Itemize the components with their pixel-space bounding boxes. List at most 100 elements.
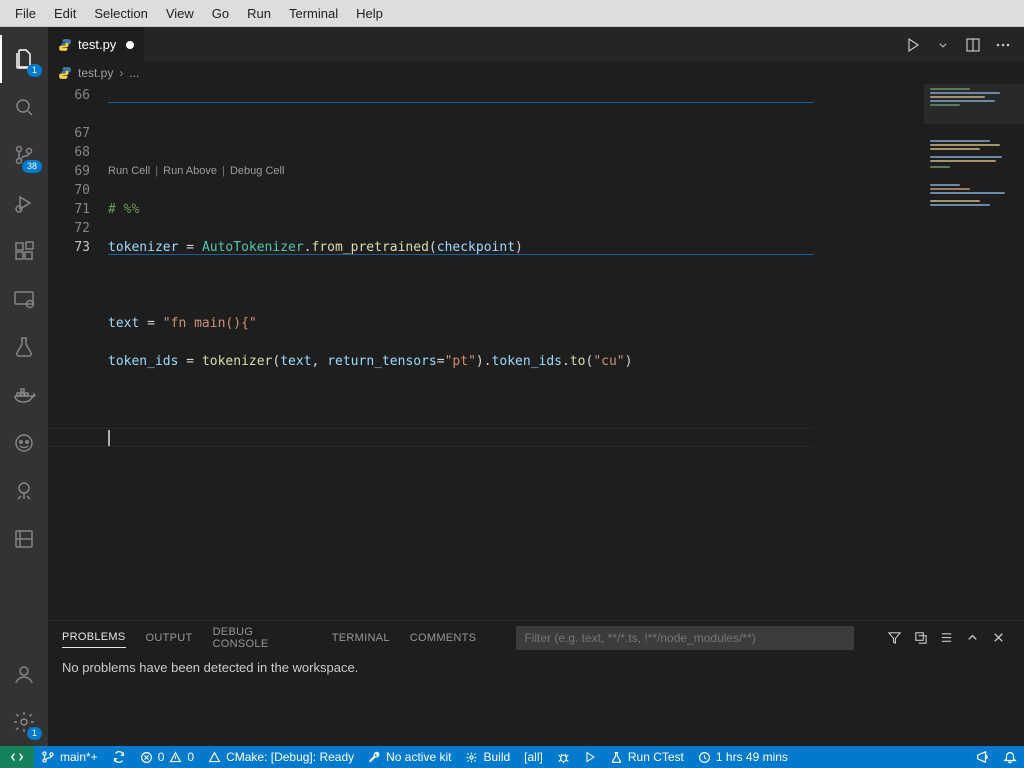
cmake-target-status[interactable]: [all]	[517, 746, 550, 768]
play-icon	[584, 751, 596, 763]
git-sync-status[interactable]	[105, 746, 133, 768]
chevron-right-icon: ›	[119, 66, 123, 80]
remote-explorer-icon	[12, 287, 36, 311]
notifications-button[interactable]	[996, 746, 1024, 768]
explorer-badge: 1	[27, 64, 42, 77]
git-branch-status[interactable]: main*+	[34, 746, 105, 768]
editor-body[interactable]: 66 67 68 69 70 71 72 73 Run Cell | Run A…	[48, 84, 1024, 620]
remote-icon	[10, 750, 24, 764]
sync-icon	[112, 750, 126, 764]
run-dropdown-button[interactable]	[930, 32, 956, 58]
menu-terminal[interactable]: Terminal	[280, 6, 347, 21]
activity-settings[interactable]: 1	[0, 698, 48, 746]
wrench-icon	[368, 751, 381, 764]
tab-filename: test.py	[78, 37, 116, 52]
menu-help[interactable]: Help	[347, 6, 392, 21]
editor-tab[interactable]: test.py	[48, 27, 145, 62]
settings-badge: 1	[27, 727, 42, 740]
beaker-icon	[610, 751, 623, 764]
menu-file[interactable]: File	[6, 6, 45, 21]
python-file-icon	[58, 38, 72, 52]
megaphone-icon	[975, 750, 989, 764]
menu-view[interactable]: View	[157, 6, 203, 21]
triangle-icon	[208, 751, 221, 764]
bottom-panel: PROBLEMS OUTPUT DEBUG CONSOLE TERMINAL C…	[48, 620, 1024, 746]
cell-codelens[interactable]: Run Cell | Run Above | Debug Cell	[108, 162, 924, 181]
gear-icon	[465, 751, 478, 764]
panel-close-button[interactable]	[986, 626, 1010, 650]
activity-docker[interactable]	[0, 371, 48, 419]
beaker-icon	[12, 335, 36, 359]
collapse-all-button[interactable]	[908, 626, 932, 650]
problems-status[interactable]: 0 0	[133, 746, 201, 768]
activity-accounts[interactable]	[0, 650, 48, 698]
more-actions-button[interactable]	[990, 32, 1016, 58]
activity-remote-explorer[interactable]	[0, 275, 48, 323]
feedback-button[interactable]	[968, 746, 996, 768]
error-icon	[140, 751, 153, 764]
problems-body: No problems have been detected in the wo…	[48, 654, 1024, 746]
branch-icon	[41, 750, 55, 764]
cmake-status[interactable]: CMake: [Debug]: Ready	[201, 746, 361, 768]
text-cursor	[108, 430, 110, 446]
gitlens-icon	[12, 479, 36, 503]
cmake-debug-button[interactable]	[550, 746, 577, 768]
line-gutter: 66 67 68 69 70 71 72 73	[48, 84, 108, 620]
cmake-ctest-status[interactable]: Run CTest	[603, 746, 691, 768]
activity-gitlens[interactable]	[0, 467, 48, 515]
clock-icon	[698, 751, 711, 764]
tab-actions	[900, 27, 1024, 62]
activity-source-control[interactable]: 38	[0, 131, 48, 179]
panel-maximize-button[interactable]	[960, 626, 984, 650]
search-icon	[12, 95, 36, 119]
python-file-icon	[58, 66, 72, 80]
activity-run-debug[interactable]	[0, 179, 48, 227]
activity-testing[interactable]	[0, 323, 48, 371]
editor-area: test.py test.py › ... 66 67	[48, 27, 1024, 746]
account-icon	[12, 662, 36, 686]
cmake-build-status[interactable]: Build	[458, 746, 517, 768]
bug-icon	[557, 751, 570, 764]
tab-bar: test.py	[48, 27, 1024, 62]
problems-filter-input[interactable]	[516, 626, 854, 650]
debug-icon	[12, 191, 36, 215]
breadcrumb-file: test.py	[78, 66, 113, 80]
activity-copilot[interactable]	[0, 419, 48, 467]
panel-tabs: PROBLEMS OUTPUT DEBUG CONSOLE TERMINAL C…	[48, 621, 1024, 654]
panel-tab-debug-console[interactable]: DEBUG CONSOLE	[213, 622, 312, 654]
docker-icon	[12, 383, 36, 407]
problems-empty-message: No problems have been detected in the wo…	[62, 660, 358, 675]
warning-icon	[169, 751, 182, 764]
menu-run[interactable]: Run	[238, 6, 280, 21]
activity-project[interactable]	[0, 515, 48, 563]
bell-icon	[1003, 750, 1017, 764]
menu-edit[interactable]: Edit	[45, 6, 85, 21]
status-bar: main*+ 0 0 CMake: [Debug]: Ready No acti…	[0, 746, 1024, 768]
cmake-kit-status[interactable]: No active kit	[361, 746, 458, 768]
project-icon	[12, 527, 36, 551]
panel-tab-problems[interactable]: PROBLEMS	[62, 627, 126, 648]
minimap[interactable]	[924, 84, 1024, 620]
split-editor-button[interactable]	[960, 32, 986, 58]
panel-tab-terminal[interactable]: TERMINAL	[332, 628, 390, 648]
workbench: 1 38	[0, 27, 1024, 746]
extensions-icon	[12, 239, 36, 263]
run-python-button[interactable]	[900, 32, 926, 58]
activity-bar: 1 38	[0, 27, 48, 746]
breadcrumb-symbol: ...	[129, 66, 139, 80]
wakatime-status[interactable]: 1 hrs 49 mins	[691, 746, 795, 768]
activity-search[interactable]	[0, 83, 48, 131]
cmake-launch-button[interactable]	[577, 746, 603, 768]
menu-go[interactable]: Go	[203, 6, 238, 21]
panel-tab-comments[interactable]: COMMENTS	[410, 628, 477, 648]
activity-explorer[interactable]: 1	[0, 35, 48, 83]
menu-selection[interactable]: Selection	[85, 6, 156, 21]
menubar: File Edit Selection View Go Run Terminal…	[0, 0, 1024, 27]
breadcrumb[interactable]: test.py › ...	[48, 62, 1024, 84]
activity-extensions[interactable]	[0, 227, 48, 275]
code-content[interactable]: Run Cell | Run Above | Debug Cell # %% t…	[108, 84, 924, 620]
filter-icon[interactable]	[882, 626, 906, 650]
panel-tab-output[interactable]: OUTPUT	[146, 628, 193, 648]
view-as-tree-button[interactable]	[934, 626, 958, 650]
remote-indicator[interactable]	[0, 746, 34, 768]
